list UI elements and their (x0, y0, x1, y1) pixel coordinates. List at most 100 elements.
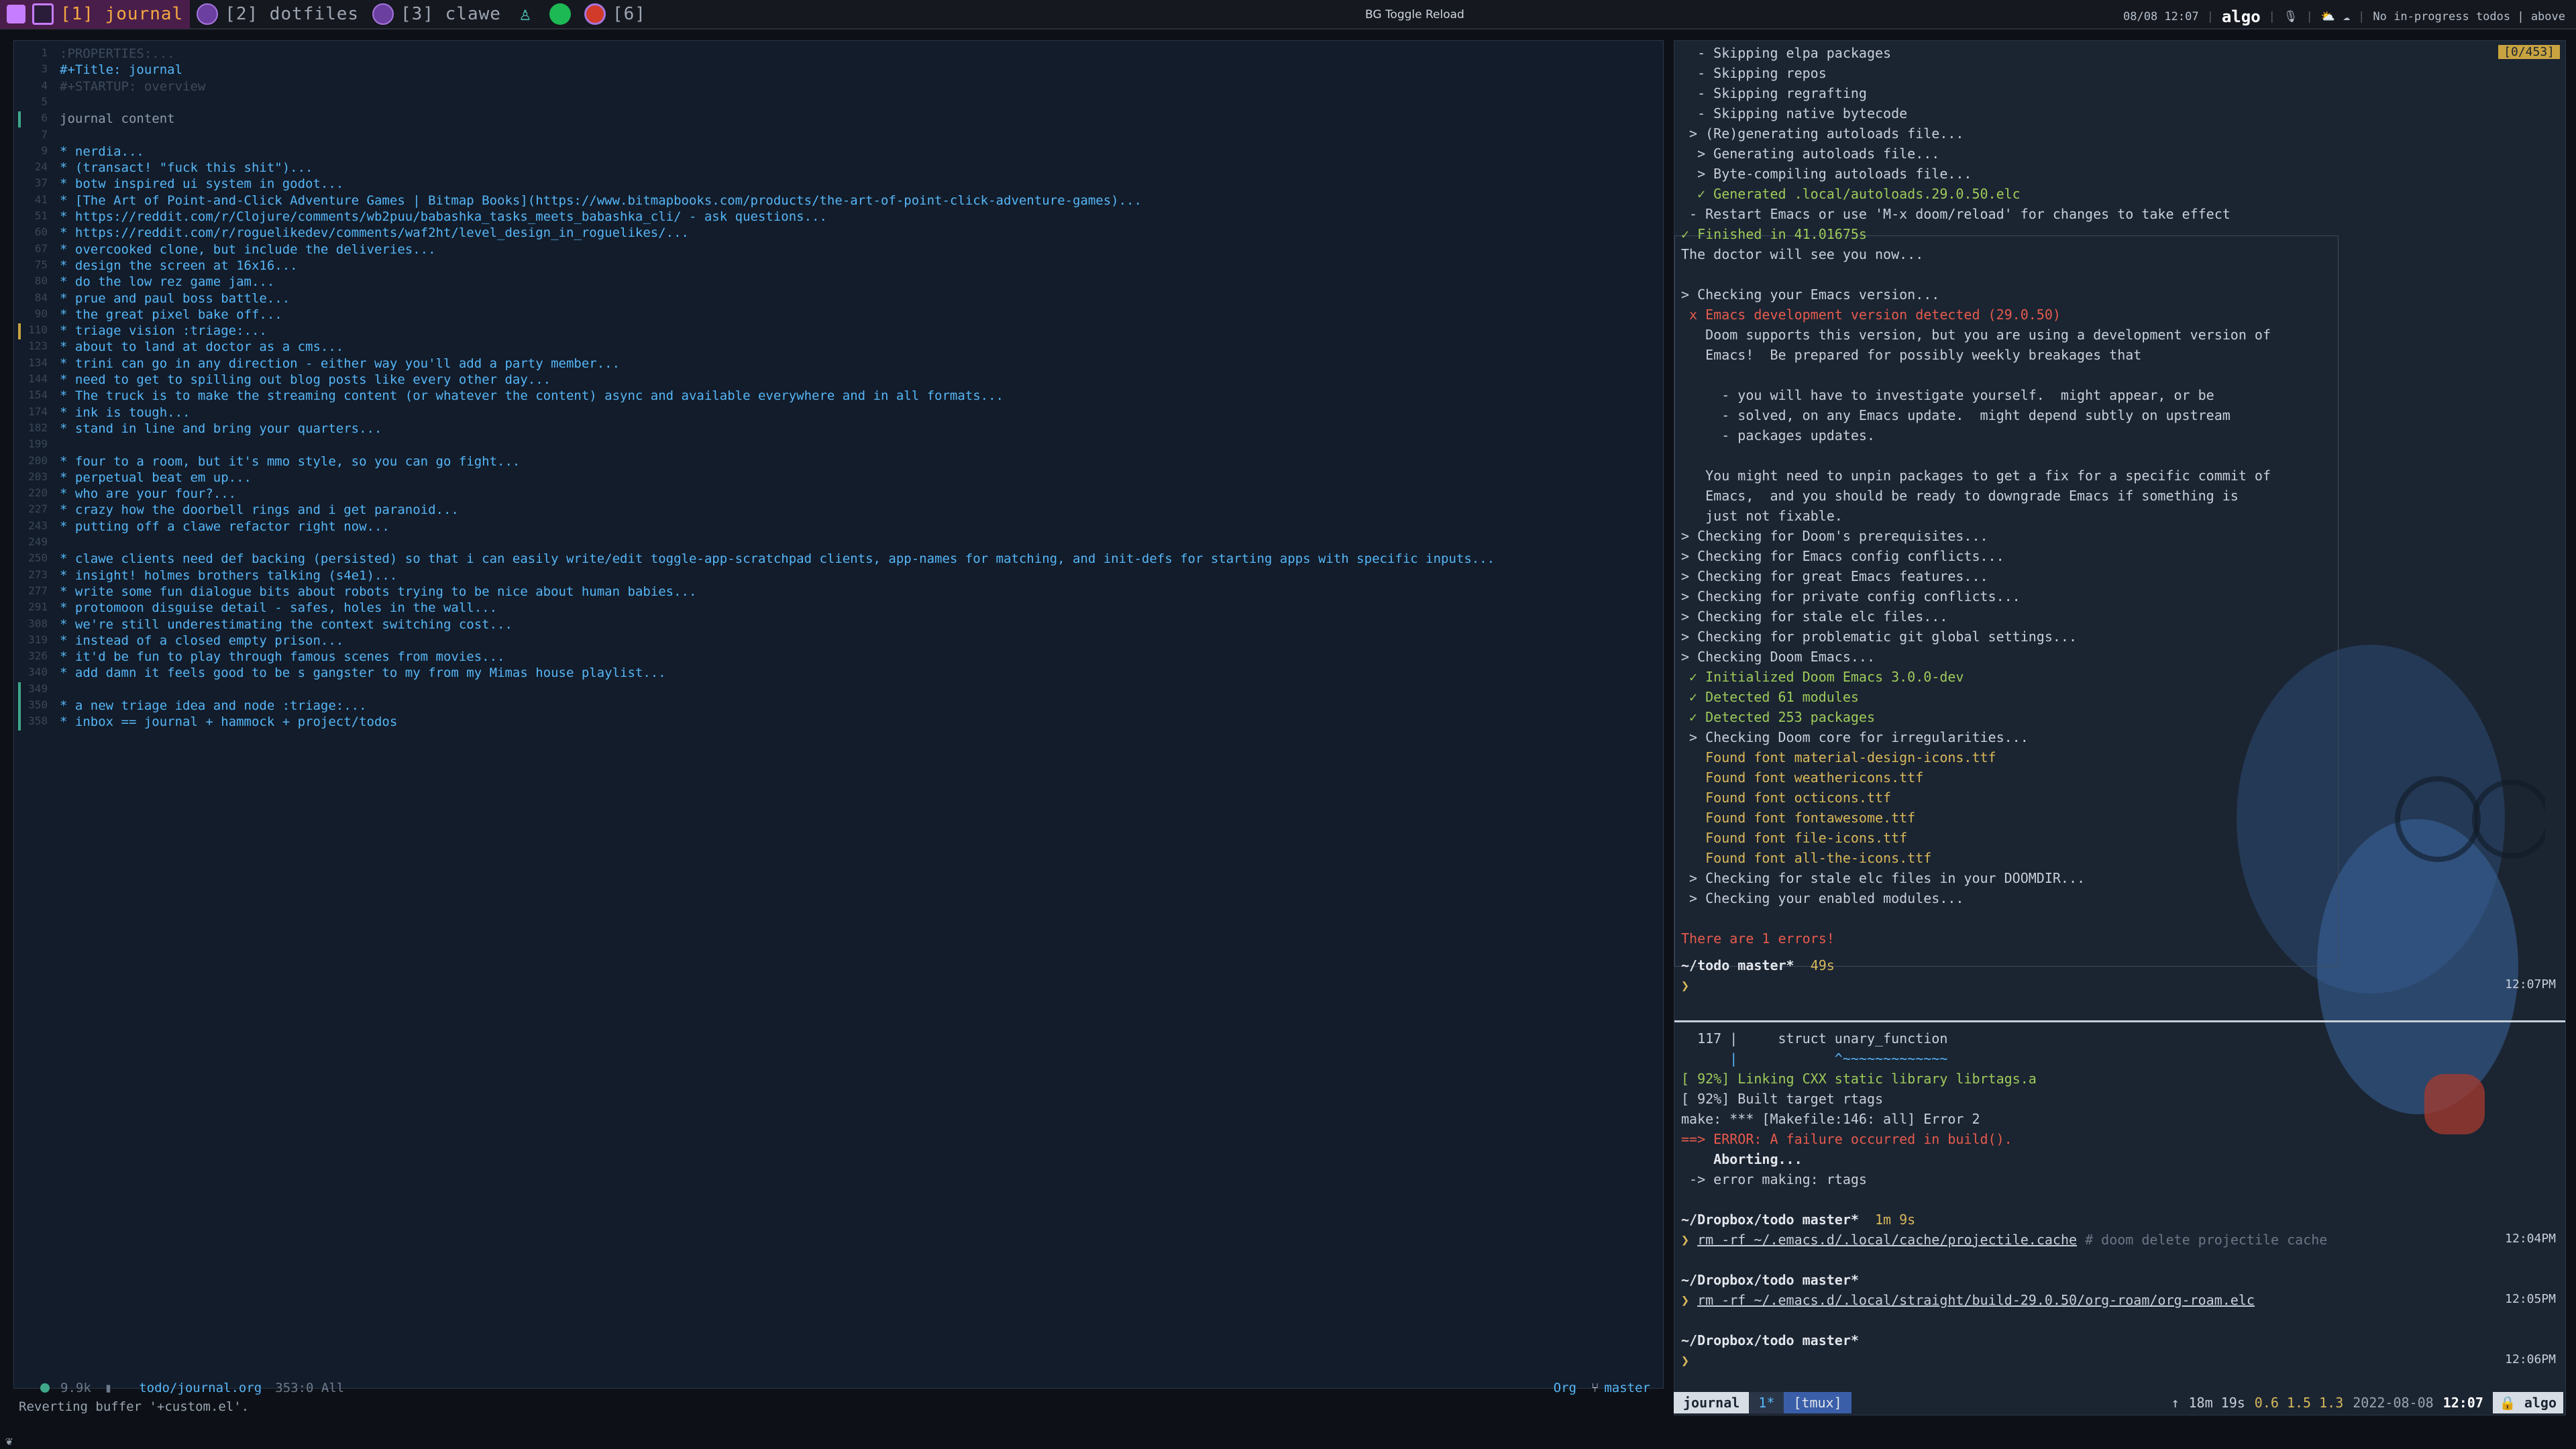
editor-line[interactable]: 249 (14, 535, 1663, 551)
line-number: 154 (28, 388, 48, 402)
line-number: 273 (28, 568, 48, 581)
editor-line[interactable]: 84 * prue and paul boss battle... (14, 291, 1663, 307)
workspace-5[interactable] (543, 0, 578, 29)
editor-line[interactable]: 308 * we're still underestimating the con… (14, 617, 1663, 633)
terminal-line: Found font material-design-icons.ttf (1681, 749, 1996, 765)
editor-line[interactable]: 340 * add damn it feels good to be s gang… (14, 665, 1663, 682)
line-number: 308 (28, 616, 48, 630)
editor-line[interactable]: 134 * trini can go in any direction - eit… (14, 356, 1663, 372)
workspace-3[interactable]: [3] clawe (366, 0, 508, 29)
prompt-duration: 1m 9s (1875, 1212, 1916, 1228)
editor-line[interactable]: 67 * overcooked clone, but include the de… (14, 242, 1663, 258)
terminal-line: > Checking your enabled modules... (1681, 890, 1964, 906)
terminal-line: There are 1 errors! (1681, 930, 1835, 947)
editor-line[interactable]: 154 * The truck is to make the streaming … (14, 388, 1663, 405)
editor-line[interactable]: 250 * clawe clients need def backing (per… (14, 551, 1663, 568)
command-comment: # doom delete projectile cache (2085, 1232, 2328, 1248)
prompt-time: 12:06PM (2505, 1352, 2556, 1366)
workspace-6[interactable]: [6] (578, 0, 653, 29)
org-heading: * prue and paul boss battle... (60, 290, 290, 306)
editor-line[interactable]: 3 #+Title: journal (14, 62, 1663, 78)
editor-line[interactable]: 291 * protomoon disguise detail - safes, … (14, 600, 1663, 616)
editor-line[interactable]: 203 * perpetual beat em up... (14, 470, 1663, 486)
terminal-line: Found font octicons.ttf (1681, 790, 1892, 806)
buffer-dir: todo/ (139, 1381, 178, 1395)
editor-line[interactable]: 182 * stand in line and bring your quarte… (14, 421, 1663, 437)
editor-line[interactable]: 1:PROPERTIES:... (14, 46, 1663, 62)
editor-line[interactable]: 4 #+STARTUP: overview (14, 79, 1663, 95)
tmux-host-label: algo (2524, 1395, 2557, 1411)
journal-buffer[interactable]: 1:PROPERTIES:... 3 #+Title: journal 4 #+STAR… (14, 41, 1663, 1376)
line-number: 249 (28, 535, 48, 548)
editor-line[interactable]: 277 * write some fun dialogue bits about … (14, 584, 1663, 600)
major-mode[interactable]: Org (1554, 1381, 1576, 1395)
tmux-host: 🔒 algo (2492, 1392, 2563, 1413)
editor-line[interactable]: 174 * ink is tough... (14, 405, 1663, 421)
editor-line[interactable]: 358 * inbox == journal + hammock + projec… (14, 714, 1663, 731)
line-number: 227 (28, 502, 48, 516)
weather-icon: ⛅ (2320, 10, 2335, 23)
workspace-4[interactable]: ♙ (508, 0, 543, 29)
terminal-line: > (Re)generating autoloads file... (1681, 125, 1964, 142)
prompt-caret-icon[interactable]: ❯ (1681, 977, 1689, 998)
terminal-line: Found font all-the-icons.ttf (1681, 850, 1932, 866)
editor-line[interactable]: 200 * four to a room, but it's mmo style,… (14, 454, 1663, 470)
prompt-time: 12:05PM (2505, 1292, 2556, 1306)
editor-line[interactable]: 24 * (transact! "fuck this shit")... (14, 160, 1663, 176)
workspace-2[interactable]: [2] dotfiles (190, 0, 366, 29)
editor-line[interactable]: 41 * [The Art of Point-and-Click Adventur… (14, 193, 1663, 209)
line-text: journal content (60, 111, 175, 127)
terminal-line: just not fixable. (1681, 508, 1843, 524)
tmux-window-1[interactable]: 1* (1749, 1392, 1784, 1413)
editor-pane[interactable]: 1:PROPERTIES:... 3 #+Title: journal 4 #+STAR… (13, 40, 1664, 1389)
org-heading: * add damn it feels good to be s gangste… (60, 665, 666, 681)
org-heading: * we're still underestimating the contex… (60, 616, 513, 632)
command-line[interactable]: ❯ (1681, 1352, 1705, 1373)
line-number: 203 (28, 470, 48, 483)
editor-line[interactable]: 37 * botw inspired ui system in godot... (14, 176, 1663, 193)
terminal-line: - Skipping elpa packages (1681, 45, 1892, 61)
editor-line[interactable]: 60 * https://reddit.com/r/roguelikedev/co… (14, 225, 1663, 241)
editor-line[interactable]: 90 * the great pixel bake off... (14, 307, 1663, 323)
editor-line[interactable]: 273 * insight! holmes brothers talking (s… (14, 568, 1663, 584)
editor-line[interactable]: 75 * design the screen at 16x16... (14, 258, 1663, 274)
command-line[interactable]: ❯ rm -rf ~/.emacs.d/.local/cache/project… (1681, 1232, 2327, 1252)
line-number: 80 (34, 274, 48, 288)
editor-line[interactable]: 243 * putting off a clawe refactor right … (14, 519, 1663, 535)
build-output-line: | ^~~~~~~~~~~~~~ (1681, 1051, 1948, 1067)
editor-line[interactable]: 9 * nerdia... (14, 144, 1663, 160)
terminal-pane[interactable]: [0/453] - Skipping elpa packages - Skipp… (1674, 40, 2566, 1415)
editor-line[interactable]: 80 * do the low rez game jam... (14, 274, 1663, 290)
editor-line[interactable]: 144 * need to get to spilling out blog po… (14, 372, 1663, 388)
bg-toggle-reload[interactable]: BG Toggle Reload (1365, 8, 1464, 21)
cloud-icon: ☁ (2343, 10, 2351, 23)
git-branch[interactable]: master (1604, 1381, 1650, 1395)
tmux-window-2[interactable]: [tmux] (1784, 1392, 1851, 1413)
editor-line[interactable]: 110 * triage vision :triage:... (14, 323, 1663, 340)
command-line[interactable]: ❯ rm -rf ~/.emacs.d/.local/straight/buil… (1681, 1292, 2263, 1312)
editor-line[interactable]: 319 * instead of a closed empty prison... (14, 633, 1663, 649)
workspace-1[interactable]: [1] journal (0, 0, 191, 29)
editor-line[interactable]: 6 journal content (14, 111, 1663, 128)
editor-line[interactable]: 326 * it'd be fun to play through famous … (14, 649, 1663, 665)
build-output-line: ==> ERROR: A failure occurred in build()… (1681, 1131, 2012, 1147)
mic-icon[interactable]: 🎙 (2284, 10, 2298, 23)
editor-line[interactable]: 350 * a new triage idea and node :triage:… (14, 698, 1663, 714)
editor-line[interactable]: 220 * who are your four?... (14, 486, 1663, 502)
editor-line[interactable]: 123 * about to land at doctor as a cms... (14, 339, 1663, 356)
line-number: 174 (28, 405, 48, 418)
editor-line[interactable]: 199 (14, 437, 1663, 453)
editor-line[interactable]: 227 * crazy how the doorbell rings and i … (14, 502, 1663, 519)
editor-line[interactable]: 349 (14, 682, 1663, 698)
pane-divider (1674, 1020, 2565, 1022)
editor-line[interactable]: 5 (14, 95, 1663, 111)
terminal-line: > Checking for private config conflicts.… (1681, 588, 2021, 604)
editor-line[interactable]: 51 * https://reddit.com/r/Clojure/comment… (14, 209, 1663, 225)
prompt-dir: ~/Dropbox/todo (1681, 1332, 1794, 1348)
editor-line[interactable]: 7 (14, 128, 1663, 144)
tmux-session[interactable]: journal (1674, 1392, 1750, 1413)
spotify-icon (549, 3, 571, 25)
org-heading: * crazy how the doorbell rings and i get… (60, 502, 459, 518)
org-heading: * clawe clients need def backing (persis… (60, 551, 1495, 567)
terminal-line: - Skipping repos (1681, 65, 1827, 81)
